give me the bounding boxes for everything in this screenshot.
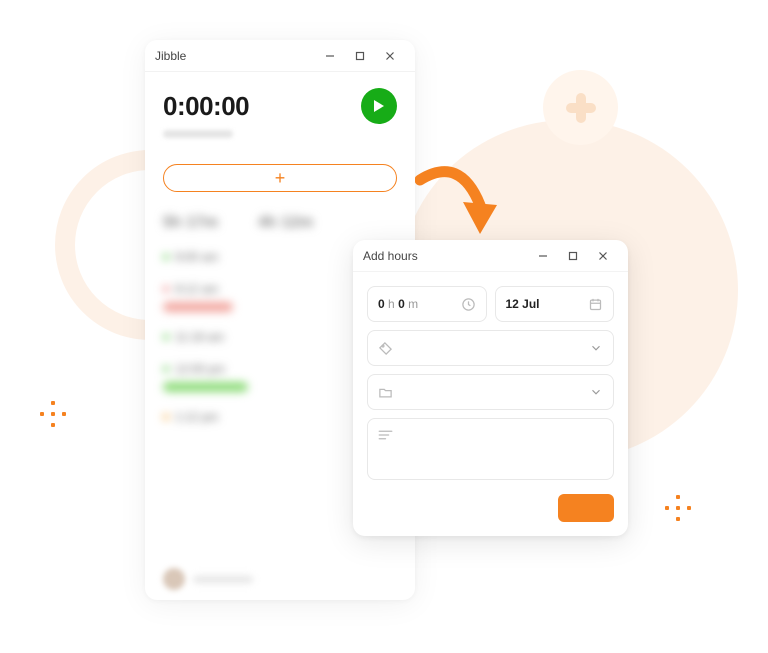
chevron-down-icon — [589, 341, 603, 355]
save-button[interactable] — [558, 494, 614, 522]
minimize-button[interactable] — [315, 51, 345, 61]
folder-icon — [378, 385, 393, 400]
notes-field[interactable] — [367, 418, 614, 480]
project-select[interactable] — [367, 374, 614, 410]
add-hours-window: Add hours 0 h 0 m 12 — [353, 240, 628, 536]
plus-icon: + — [275, 169, 286, 187]
modal-titlebar: Add hours — [353, 240, 628, 272]
titlebar: Jibble — [145, 40, 415, 72]
minimize-button[interactable] — [528, 251, 558, 261]
timer-display: 0:00:00 — [163, 91, 249, 122]
activity-select[interactable] — [367, 330, 614, 366]
modal-title: Add hours — [363, 249, 528, 263]
close-button[interactable] — [588, 251, 618, 261]
maximize-button[interactable] — [345, 51, 375, 61]
avatar — [163, 568, 185, 590]
notes-icon — [378, 429, 603, 441]
tag-icon — [378, 341, 393, 356]
clock-icon — [461, 297, 476, 312]
date-field[interactable]: 12 Jul — [495, 286, 615, 322]
calendar-icon — [588, 297, 603, 312]
play-button[interactable] — [361, 88, 397, 124]
chevron-down-icon — [589, 385, 603, 399]
window-title: Jibble — [155, 49, 315, 63]
user-row — [163, 568, 397, 590]
close-button[interactable] — [375, 51, 405, 61]
duration-field[interactable]: 0 h 0 m — [367, 286, 487, 322]
decor-plus-circle — [543, 70, 618, 145]
add-hours-button[interactable]: + — [163, 164, 397, 192]
maximize-button[interactable] — [558, 251, 588, 261]
arrow-icon — [415, 150, 505, 250]
placeholder-line — [163, 130, 233, 138]
